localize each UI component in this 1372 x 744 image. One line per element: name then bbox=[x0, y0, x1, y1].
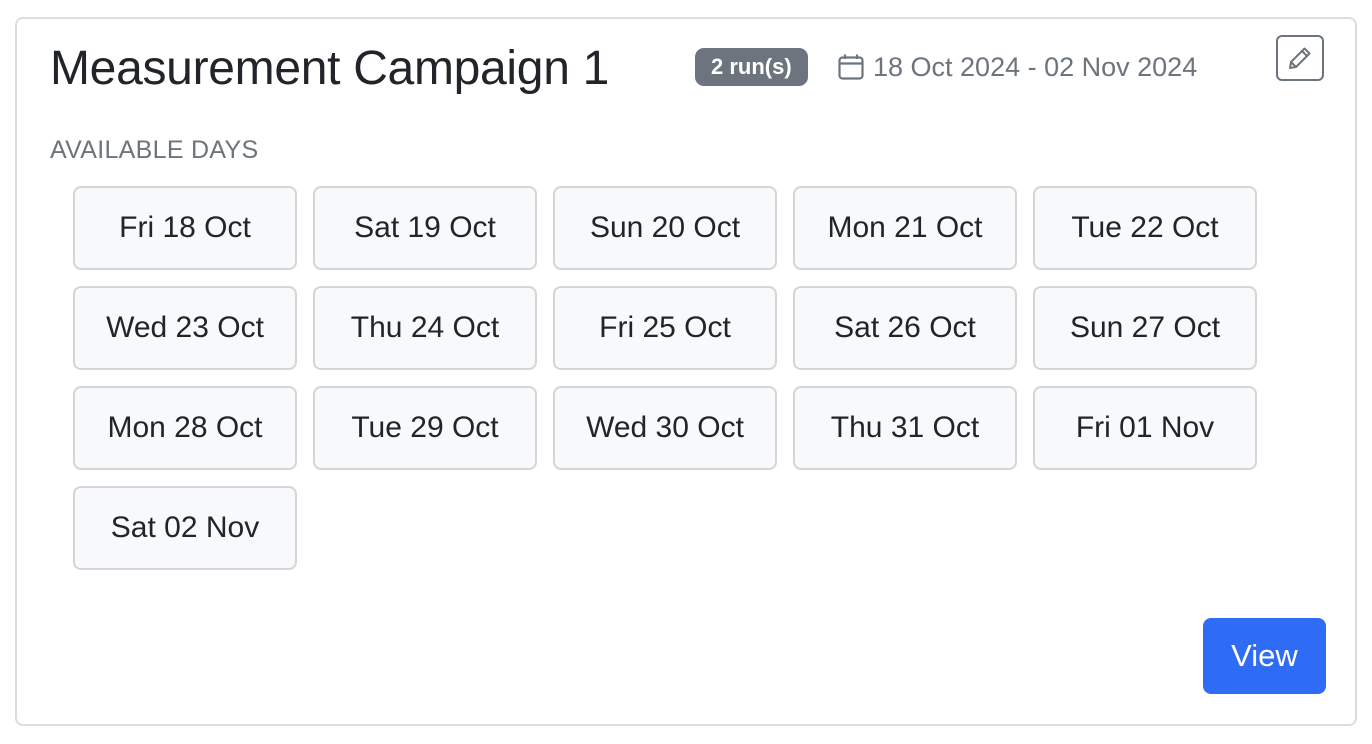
calendar-icon bbox=[838, 54, 864, 80]
day-button[interactable]: Mon 21 Oct bbox=[793, 186, 1017, 270]
date-range: 18 Oct 2024 - 02 Nov 2024 bbox=[837, 47, 1197, 87]
day-button[interactable]: Fri 01 Nov bbox=[1033, 386, 1257, 470]
day-button[interactable]: Sat 19 Oct bbox=[313, 186, 537, 270]
campaign-card: Measurement Campaign 1 2 run(s) 18 Oct 2… bbox=[15, 17, 1357, 726]
view-button[interactable]: View bbox=[1203, 618, 1326, 694]
day-button[interactable]: Fri 18 Oct bbox=[73, 186, 297, 270]
runs-badge: 2 run(s) bbox=[695, 48, 808, 86]
day-button[interactable]: Wed 30 Oct bbox=[553, 386, 777, 470]
day-button[interactable]: Thu 24 Oct bbox=[313, 286, 537, 370]
edit-button[interactable] bbox=[1276, 35, 1324, 81]
day-button[interactable]: Tue 22 Oct bbox=[1033, 186, 1257, 270]
day-button[interactable]: Wed 23 Oct bbox=[73, 286, 297, 370]
available-days-grid: Fri 18 Oct Sat 19 Oct Sun 20 Oct Mon 21 … bbox=[73, 186, 1263, 570]
day-button[interactable]: Tue 29 Oct bbox=[313, 386, 537, 470]
available-days-label: AVAILABLE DAYS bbox=[50, 136, 259, 164]
day-button[interactable]: Sat 02 Nov bbox=[73, 486, 297, 570]
pencil-icon bbox=[1289, 47, 1311, 69]
day-button[interactable]: Fri 25 Oct bbox=[553, 286, 777, 370]
campaign-title: Measurement Campaign 1 bbox=[50, 42, 610, 95]
day-button[interactable]: Mon 28 Oct bbox=[73, 386, 297, 470]
day-button[interactable]: Thu 31 Oct bbox=[793, 386, 1017, 470]
date-range-text: 18 Oct 2024 - 02 Nov 2024 bbox=[873, 51, 1198, 82]
day-button[interactable]: Sun 27 Oct bbox=[1033, 286, 1257, 370]
day-button[interactable]: Sat 26 Oct bbox=[793, 286, 1017, 370]
day-button[interactable]: Sun 20 Oct bbox=[553, 186, 777, 270]
